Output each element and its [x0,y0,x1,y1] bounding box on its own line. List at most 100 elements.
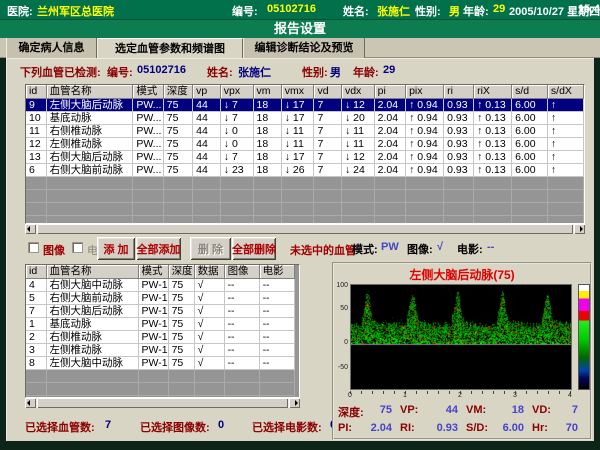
metric-label: S/D: [466,422,488,434]
empty-row [26,189,584,202]
table-row[interactable]: 7右侧大脑后动脉PW-175√---- [26,304,294,317]
delete-button[interactable]: 删 除 [190,237,231,260]
cell: 8 [26,356,46,369]
cell: ↓ 0 [220,124,253,137]
table-row[interactable]: 12左侧椎动脉PW...7544↓ 018↓ 117↓ 112.04↑ 0.94… [26,137,584,150]
cell: 7 [26,304,46,317]
table-row[interactable]: 4右侧大脑中动脉PW-175√---- [26,278,294,291]
table-row[interactable]: 13右侧大脑后动脉PW...7544↓ 718↓ 177↓ 122.04↑ 0.… [26,150,584,163]
add-all-button[interactable]: 全部添加 [136,237,181,260]
scrollbar-thumb[interactable] [37,224,573,234]
cell: ↓ 20 [341,111,374,124]
table-row[interactable]: 10基底动脉PW...7544↓ 718↓ 177↓ 202.04↑ 0.940… [26,111,584,124]
tab-vessel-params-spectrum[interactable]: 选定血管参数和频谱图 [97,38,243,58]
info-gender-value: 男 [330,64,341,80]
x-axis-label: 1 [403,392,407,399]
cell: ↑ 0.13 [474,137,512,150]
image-checkbox[interactable] [28,242,39,253]
scroll-left-arrow-icon[interactable] [25,224,36,234]
cell: ↑ 0.94 [406,137,444,150]
x-axis-label: 2 [458,392,462,399]
cell: ↑ 0.94 [406,163,444,176]
cell: PW-1 [138,356,168,369]
selected-vessels-table: id血管名称模式深度数据图像电影4右侧大脑中动脉PW-175√----5右侧大脑… [26,265,295,398]
metric-label: 深度: [338,404,364,420]
cell: ↓ 24 [341,163,374,176]
table-row[interactable]: 11右侧椎动脉PW...7544↓ 018↓ 117↓ 112.04↑ 0.94… [26,124,584,137]
movie-checkbox[interactable] [72,242,83,253]
tab-edit-diagnosis-preview[interactable]: 编辑诊断结论及预览 [243,38,365,58]
cell: 18 [253,163,281,176]
cell: 1 [26,317,46,330]
cell: √ [194,278,224,291]
cell: 左侧椎动脉 [46,343,138,356]
table-row[interactable]: 3左侧椎动脉PW-175√---- [26,343,294,356]
column-header: vp [193,85,221,98]
selected-table-hscrollbar[interactable] [25,398,300,408]
add-button[interactable]: 添 加 [97,237,135,260]
y-axis-label: 0 [335,339,348,346]
cell: 13 [26,150,46,163]
table-row[interactable]: 9左侧大脑后动脉PW...7544↓ 718↓ 177↓ 122.04↑ 0.9… [26,98,584,111]
column-header: pi [374,85,405,98]
column-header: vmx [281,85,314,98]
table-row[interactable]: 1基底动脉PW-175√---- [26,317,294,330]
cell: ↑ [547,98,583,111]
cell: 44 [193,150,221,163]
empty-row [26,369,294,382]
info-id-value: 05102716 [137,64,186,76]
scroll-right-arrow-icon[interactable] [574,224,585,234]
cell: 基底动脉 [46,317,138,330]
hospital-label: 医院: [7,3,33,19]
column-header: 血管名称 [46,85,133,98]
cell: 7 [314,98,341,111]
cell: PW-1 [138,278,168,291]
metric-value: 70 [566,422,578,434]
cell: ↓ 23 [220,163,253,176]
cell: 左侧大脑后动脉 [46,98,133,111]
table-row[interactable]: 6右侧大脑前动脉PW...7544↓ 2318↓ 267↓ 242.04↑ 0.… [26,163,584,176]
cell: 0.93 [444,137,474,150]
column-header: 模式 [138,265,168,278]
x-axis-label: 4 [568,392,572,399]
time-text: 15:46:26 [578,3,600,15]
y-axis-label: -50 [335,364,348,371]
table-row[interactable]: 8左侧大脑中动脉PW-175√---- [26,356,294,369]
movie-status-value: -- [487,241,494,253]
column-header: 模式 [133,85,163,98]
table-row[interactable]: 2右侧椎动脉PW-175√---- [26,330,294,343]
scrollbar-track[interactable] [36,398,289,408]
cell: √ [194,356,224,369]
scroll-left-arrow-icon[interactable] [25,398,36,408]
cell: 3 [26,343,46,356]
page-title: 报告设置 [0,19,600,38]
table-row[interactable]: 5右侧大脑前动脉PW-175√---- [26,291,294,304]
column-header: id [26,265,46,278]
cell: -- [224,291,259,304]
tab-patient-info[interactable]: 确定病人信息 [6,38,97,58]
spectrogram-plot [350,284,572,390]
cell: ↑ 0.13 [474,111,512,124]
scroll-right-arrow-icon[interactable] [289,398,300,408]
cell: -- [259,343,294,356]
cell: 6.00 [512,150,548,163]
cell: -- [259,330,294,343]
cell: √ [194,343,224,356]
cell: 75 [168,278,194,291]
scrollbar-track[interactable] [36,224,574,234]
delete-all-button[interactable]: 全部删除 [232,237,276,260]
cell: 10 [26,111,46,124]
cell: ↑ 0.13 [474,150,512,163]
metric-value: 44 [446,404,458,420]
column-header: 深度 [163,85,192,98]
metric-value: 2.04 [371,422,392,434]
scrollbar-thumb[interactable] [37,398,288,408]
detected-table-hscrollbar[interactable] [25,224,585,234]
cell: √ [194,304,224,317]
cell: 0.93 [444,163,474,176]
column-header: 深度 [168,265,194,278]
spectrum-title: 左侧大脑后动脉(75) [334,266,590,283]
info-age-label: 年龄: [353,64,379,80]
cell: 0.93 [444,124,474,137]
metric-value: 6.00 [503,422,524,434]
